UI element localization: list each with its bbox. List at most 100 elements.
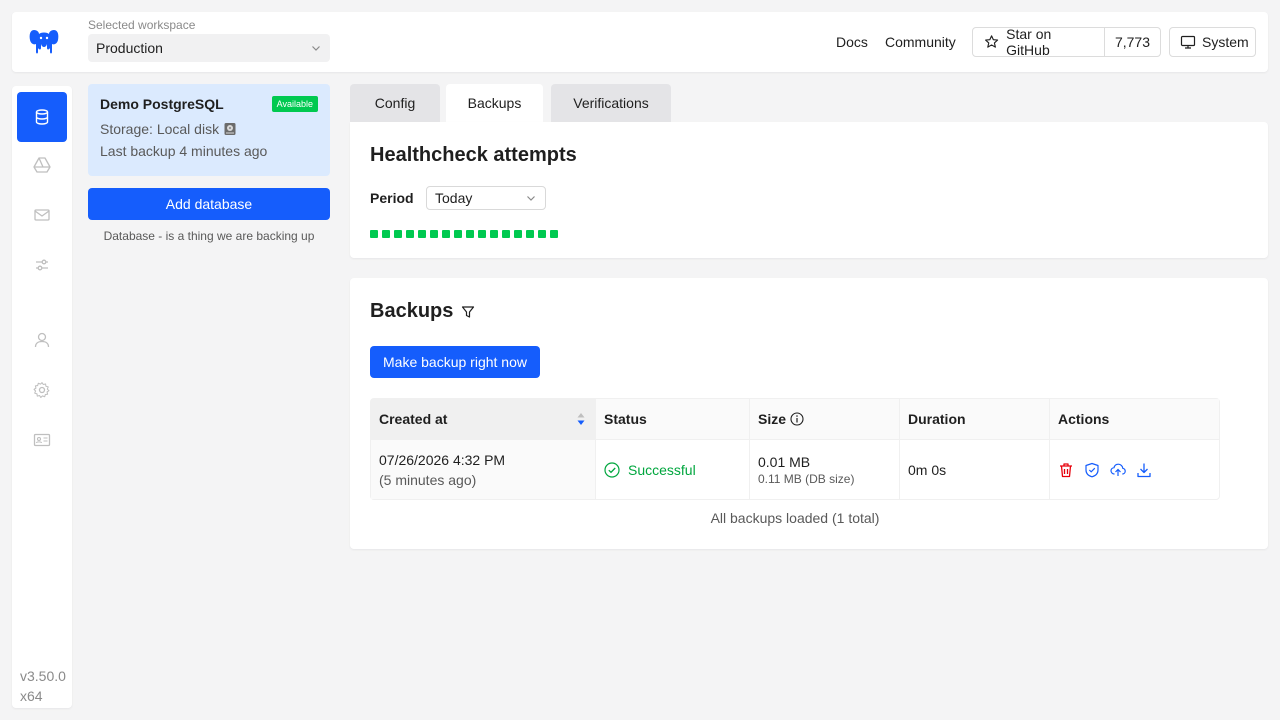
backups-card: Backups Make backup right now Created at… (350, 278, 1268, 549)
user-icon (34, 332, 50, 348)
add-database-button[interactable]: Add database (88, 188, 330, 220)
healthcheck-attempt[interactable] (394, 230, 402, 238)
database-last-backup: Last backup 4 minutes ago (100, 143, 268, 159)
database-storage-text: Storage: Local disk (100, 121, 220, 137)
cell-status: Successful (596, 440, 750, 499)
healthcheck-title: Healthcheck attempts (370, 144, 577, 166)
healthcheck-attempt[interactable] (502, 230, 510, 238)
tab-config[interactable]: Config (350, 84, 440, 122)
hard-disk-icon (224, 123, 236, 135)
github-star-label: Star on GitHub (1006, 26, 1052, 58)
healthcheck-attempt[interactable] (550, 230, 558, 238)
table-row: 07/26/2026 4:32 PM (5 minutes ago) Succe… (371, 439, 1219, 499)
cell-actions (1050, 440, 1219, 499)
sidebar-item-settings-sliders[interactable] (17, 240, 67, 290)
cloud-upload-icon[interactable] (1110, 462, 1126, 478)
theme-label: System (1202, 34, 1249, 50)
check-circle-icon (604, 461, 620, 478)
elephant-logo-icon[interactable] (28, 26, 60, 58)
sidebar-item-storages[interactable] (17, 140, 67, 190)
info-icon[interactable] (790, 412, 804, 426)
sidebar-item-databases[interactable] (17, 92, 67, 142)
backups-table: Created at Status Size Duration Actions … (370, 398, 1220, 500)
mail-icon (34, 209, 50, 221)
sliders-icon (36, 259, 48, 271)
column-status: Status (596, 399, 750, 439)
column-actions: Actions (1058, 411, 1110, 427)
db-size: 0.11 MB (DB size) (758, 471, 855, 486)
column-size-label: Size (758, 411, 787, 427)
healthcheck-attempt[interactable] (454, 230, 462, 238)
database-card-selected[interactable]: Demo PostgreSQL Available Storage: Local… (88, 84, 330, 176)
period-label: Period (370, 190, 414, 206)
period-select[interactable]: Today (426, 186, 546, 210)
workspace-value: Production (96, 40, 163, 56)
top-header: Selected workspace Production Docs Commu… (12, 12, 1268, 72)
filter-icon[interactable] (461, 305, 475, 319)
status-text: Successful (628, 461, 696, 478)
github-star-button[interactable]: Star on GitHub 7,773 (972, 26, 1161, 58)
version-arch: x64 (20, 688, 43, 704)
backups-title: Backups (370, 300, 454, 322)
healthcheck-attempt[interactable] (418, 230, 426, 238)
created-at-ago: (5 minutes ago) (379, 471, 477, 488)
healthcheck-attempt[interactable] (442, 230, 450, 238)
storage-drive-icon (33, 157, 51, 173)
healthcheck-attempts (370, 230, 558, 238)
version-number: v3.50.0 (20, 668, 66, 684)
tab-backups[interactable]: Backups (446, 84, 543, 122)
duration-value: 0m 0s (908, 461, 947, 478)
backups-footer: All backups loaded (1 total) (710, 510, 880, 526)
download-icon[interactable] (1136, 462, 1152, 478)
period-value: Today (435, 190, 473, 206)
theme-button[interactable]: System (1169, 27, 1256, 57)
github-star-part: Star on GitHub (973, 26, 1105, 58)
trash-icon[interactable] (1058, 462, 1074, 478)
database-icon (35, 109, 49, 125)
star-icon (985, 35, 999, 48)
community-link[interactable]: Community (885, 34, 956, 50)
column-duration: Duration (900, 399, 1050, 439)
column-size: Size (750, 399, 900, 439)
sidebar-item-profile[interactable] (17, 315, 67, 365)
healthcheck-attempt[interactable] (490, 230, 498, 238)
sidebar-item-audit[interactable] (17, 415, 67, 465)
sidebar-item-notifiers[interactable] (17, 190, 67, 240)
healthcheck-card: Healthcheck attempts Period Today (350, 122, 1268, 258)
column-created-at[interactable]: Created at (371, 399, 596, 439)
backup-size: 0.01 MB (758, 453, 811, 470)
column-created-at-label: Created at (379, 411, 448, 427)
cell-created-at: 07/26/2026 4:32 PM (5 minutes ago) (371, 440, 596, 499)
github-star-count: 7,773 (1114, 34, 1150, 50)
sidebar-item-settings[interactable] (17, 365, 67, 415)
gear-icon (33, 382, 50, 398)
chevron-down-icon (527, 196, 535, 201)
sidebar: v3.50.0 x64 (12, 86, 72, 708)
healthcheck-attempt[interactable] (382, 230, 390, 238)
monitor-icon (1180, 35, 1196, 49)
shield-check-icon[interactable] (1084, 462, 1100, 478)
backups-heading: Backups (370, 300, 475, 323)
healthcheck-attempt[interactable] (514, 230, 522, 238)
healthcheck-attempt[interactable] (538, 230, 546, 238)
cell-duration: 0m 0s (900, 440, 1050, 499)
workspace-label: Selected workspace (88, 18, 196, 32)
workspace-select[interactable]: Production (88, 34, 330, 62)
status-badge: Available (271, 96, 318, 112)
healthcheck-attempt[interactable] (406, 230, 414, 238)
table-header: Created at Status Size Duration Actions (371, 399, 1219, 439)
healthcheck-attempt[interactable] (370, 230, 378, 238)
healthcheck-attempt[interactable] (526, 230, 534, 238)
created-at-date: 07/26/2026 4:32 PM (379, 451, 506, 468)
healthcheck-attempt[interactable] (466, 230, 474, 238)
make-backup-button[interactable]: Make backup right now (370, 346, 540, 378)
id-card-icon (33, 433, 51, 447)
database-storage: Storage: Local disk (100, 121, 318, 137)
tab-verifications[interactable]: Verifications (551, 84, 671, 122)
sort-icon[interactable] (577, 412, 585, 426)
healthcheck-attempt[interactable] (478, 230, 486, 238)
healthcheck-attempt[interactable] (430, 230, 438, 238)
chevron-down-icon (312, 46, 320, 51)
database-hint: Database - is a thing we are backing up (103, 229, 315, 243)
docs-link[interactable]: Docs (836, 34, 868, 50)
